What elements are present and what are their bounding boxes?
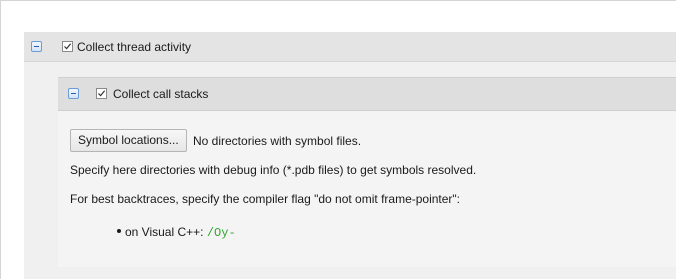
collect-thread-activity-checkbox[interactable]: [62, 41, 73, 52]
collect-call-stacks-checkbox[interactable]: [96, 88, 107, 99]
check-icon: [64, 43, 72, 50]
collapse-call-stacks-icon[interactable]: [68, 88, 79, 99]
symbol-locations-button[interactable]: Symbol locations...: [70, 129, 187, 152]
compiler-flag-item: on Visual C++: /Oy-: [125, 225, 236, 240]
compiler-name: on Visual C++:: [125, 225, 207, 239]
backtrace-help-text: For best backtraces, specify the compile…: [70, 192, 461, 206]
call-stacks-label: Collect call stacks: [113, 87, 209, 101]
bullet-icon: [117, 229, 121, 233]
collapse-thread-activity-icon[interactable]: [31, 41, 42, 52]
symbols-help-text: Specify here directories with debug info…: [70, 163, 477, 177]
compiler-flag-code: /Oy-: [206, 226, 236, 240]
thread-activity-label: Collect thread activity: [77, 40, 192, 54]
symbol-status-text: No directories with symbol files.: [193, 134, 362, 148]
check-icon: [98, 90, 106, 97]
